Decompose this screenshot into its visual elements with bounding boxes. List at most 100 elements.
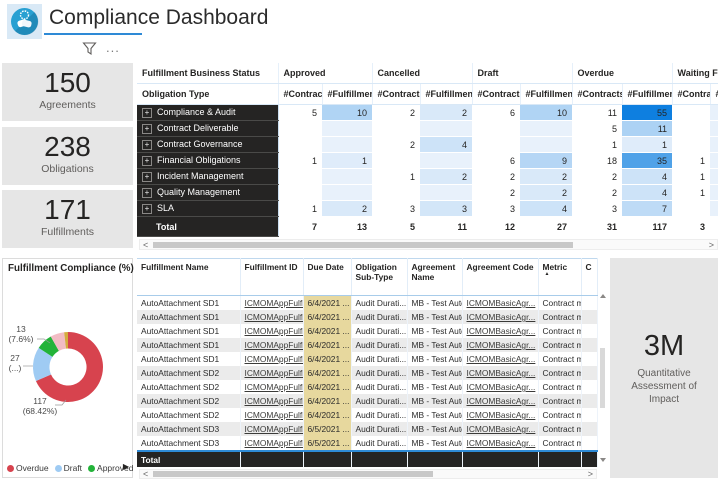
matrix-cell[interactable]: 1 <box>322 153 372 169</box>
matrix-cell[interactable]: 2 <box>322 201 372 217</box>
expand-icon[interactable]: + <box>142 204 152 214</box>
matrix-measure-header-contracts[interactable]: #Contracts <box>372 84 420 105</box>
matrix-cell[interactable]: 6 <box>472 105 520 121</box>
expand-icon[interactable]: + <box>142 108 152 118</box>
filter-icon[interactable] <box>82 41 97 56</box>
matrix-cell[interactable]: 55 <box>622 105 672 121</box>
expand-icon[interactable]: + <box>142 140 152 150</box>
matrix-row-header-compliance-audit[interactable]: +Compliance & Audit <box>137 105 278 121</box>
scroll-up-arrow[interactable] <box>600 294 606 298</box>
scrollbar-track[interactable] <box>151 471 584 477</box>
matrix-measure-header-fulfillments[interactable]: #Fulfillments <box>322 84 372 105</box>
matrix-cell[interactable]: 3 <box>372 201 420 217</box>
scroll-left-arrow[interactable]: < <box>140 241 151 249</box>
matrix-cell[interactable] <box>372 153 420 169</box>
scrollbar-track[interactable] <box>151 242 705 248</box>
matrix-cell[interactable] <box>372 121 420 137</box>
matrix-cell[interactable]: 1 <box>278 201 322 217</box>
fulfillment-id-link[interactable]: ICMOMAppFulfi... <box>240 436 303 451</box>
matrix-cell[interactable]: 1 <box>672 185 710 201</box>
scrollbar-thumb[interactable] <box>153 242 573 248</box>
fulfillment-id-link[interactable]: ICMOMAppFulfi... <box>240 296 303 311</box>
scroll-left-arrow[interactable]: < <box>140 470 151 478</box>
matrix-cell[interactable]: 1 <box>672 153 710 169</box>
matrix-cell[interactable]: 1 <box>672 169 710 185</box>
matrix-cell[interactable] <box>672 137 710 153</box>
fulfillment-id-link[interactable]: ICMOMAppFulfi... <box>240 408 303 422</box>
matrix-cell[interactable] <box>710 105 718 121</box>
matrix-cell[interactable] <box>372 185 420 201</box>
matrix-cell[interactable]: 3 <box>420 201 472 217</box>
matrix-cell[interactable] <box>420 121 472 137</box>
matrix-cell[interactable]: 2 <box>372 105 420 121</box>
scrollbar-thumb[interactable] <box>153 471 433 477</box>
matrix-cell[interactable]: 3 <box>572 201 622 217</box>
matrix-cell[interactable]: 9 <box>520 153 572 169</box>
matrix-cell[interactable] <box>710 201 718 217</box>
matrix-cell[interactable]: 2 <box>520 169 572 185</box>
matrix-cell[interactable] <box>322 169 372 185</box>
matrix-row-header-financial-obligations[interactable]: +Financial Obligations <box>137 153 278 169</box>
expand-icon[interactable]: + <box>142 124 152 134</box>
table-column-header-fulfillment-name[interactable]: Fulfillment Name <box>137 259 240 296</box>
table-column-header-c[interactable]: C <box>581 259 597 296</box>
matrix-cell[interactable]: 10 <box>322 105 372 121</box>
matrix-cell[interactable]: 2 <box>372 137 420 153</box>
matrix-cell[interactable]: 10 <box>520 105 572 121</box>
matrix-cell[interactable]: 5 <box>572 121 622 137</box>
matrix-row-header-quality-management[interactable]: +Quality Management <box>137 185 278 201</box>
matrix-row-header-contract-deliverable[interactable]: +Contract Deliverable <box>137 121 278 137</box>
matrix-measure-header-fulfillments[interactable]: #Fulfillments <box>520 84 572 105</box>
matrix-cell[interactable]: 5 <box>278 105 322 121</box>
matrix-cell[interactable]: 2 <box>420 169 472 185</box>
matrix-row-header-contract-governance[interactable]: +Contract Governance <box>137 137 278 153</box>
matrix-cell[interactable]: 2 <box>472 169 520 185</box>
matrix-measure-header-f[interactable]: #F <box>710 84 718 105</box>
matrix-cell[interactable]: 6 <box>472 153 520 169</box>
matrix-horizontal-scrollbar[interactable]: < > <box>139 239 718 250</box>
agreement-code-link[interactable]: ICMOMBasicAgr... <box>462 436 538 451</box>
agreement-code-link[interactable]: ICMOMBasicAgr... <box>462 422 538 436</box>
fulfillment-id-link[interactable]: ICMOMAppFulfi... <box>240 366 303 380</box>
matrix-cell[interactable]: 3 <box>472 201 520 217</box>
matrix-cell[interactable]: 4 <box>622 185 672 201</box>
matrix-cell[interactable] <box>710 137 718 153</box>
matrix-cell[interactable] <box>672 105 710 121</box>
matrix-measure-header-fulfillments[interactable]: #Fulfillments <box>622 84 672 105</box>
legend-item-draft[interactable]: Draft <box>55 463 82 473</box>
fulfillment-id-link[interactable]: ICMOMAppFulfi... <box>240 422 303 436</box>
matrix-measure-header-contracts[interactable]: #Contracts <box>672 84 710 105</box>
fulfillment-id-link[interactable]: ICMOMAppFulfi... <box>240 394 303 408</box>
matrix-cell[interactable]: 4 <box>420 137 472 153</box>
table-column-header-obligation-sub-type[interactable]: Obligation Sub-Type <box>351 259 407 296</box>
scroll-right-arrow[interactable]: > <box>706 241 717 249</box>
matrix-status-header-draft[interactable]: Draft <box>472 63 572 84</box>
matrix-cell[interactable]: 2 <box>520 185 572 201</box>
table-column-header-due-date[interactable]: Due Date <box>303 259 351 296</box>
matrix-cell[interactable] <box>672 201 710 217</box>
matrix-row-header-sla[interactable]: +SLA <box>137 201 278 217</box>
matrix-cell[interactable] <box>520 137 572 153</box>
matrix-status-header-cancelled[interactable]: Cancelled <box>372 63 472 84</box>
agreement-code-link[interactable]: ICMOMBasicAgr... <box>462 324 538 338</box>
fulfillment-id-link[interactable]: ICMOMAppFulfi... <box>240 380 303 394</box>
matrix-cell[interactable] <box>322 137 372 153</box>
table-column-header-metric[interactable]: Metric▲ <box>538 259 581 296</box>
matrix-cell[interactable]: 1 <box>278 153 322 169</box>
matrix-cell[interactable] <box>278 185 322 201</box>
agreement-code-link[interactable]: ICMOMBasicAgr... <box>462 366 538 380</box>
table-column-header-fulfillment-id[interactable]: Fulfillment ID <box>240 259 303 296</box>
matrix-cell[interactable] <box>278 121 322 137</box>
fulfillment-id-link[interactable]: ICMOMAppFulfi... <box>240 310 303 324</box>
agreement-code-link[interactable]: ICMOMBasicAgr... <box>462 352 538 366</box>
matrix-cell[interactable]: 2 <box>420 105 472 121</box>
fulfillment-id-link[interactable]: ICMOMAppFulfi... <box>240 352 303 366</box>
matrix-cell[interactable] <box>420 153 472 169</box>
matrix-cell[interactable] <box>278 169 322 185</box>
matrix-cell[interactable]: 11 <box>622 121 672 137</box>
expand-icon[interactable]: + <box>142 172 152 182</box>
expand-icon[interactable]: + <box>142 156 152 166</box>
scroll-down-arrow[interactable] <box>600 458 606 462</box>
matrix-cell[interactable]: 35 <box>622 153 672 169</box>
matrix-cell[interactable] <box>420 185 472 201</box>
